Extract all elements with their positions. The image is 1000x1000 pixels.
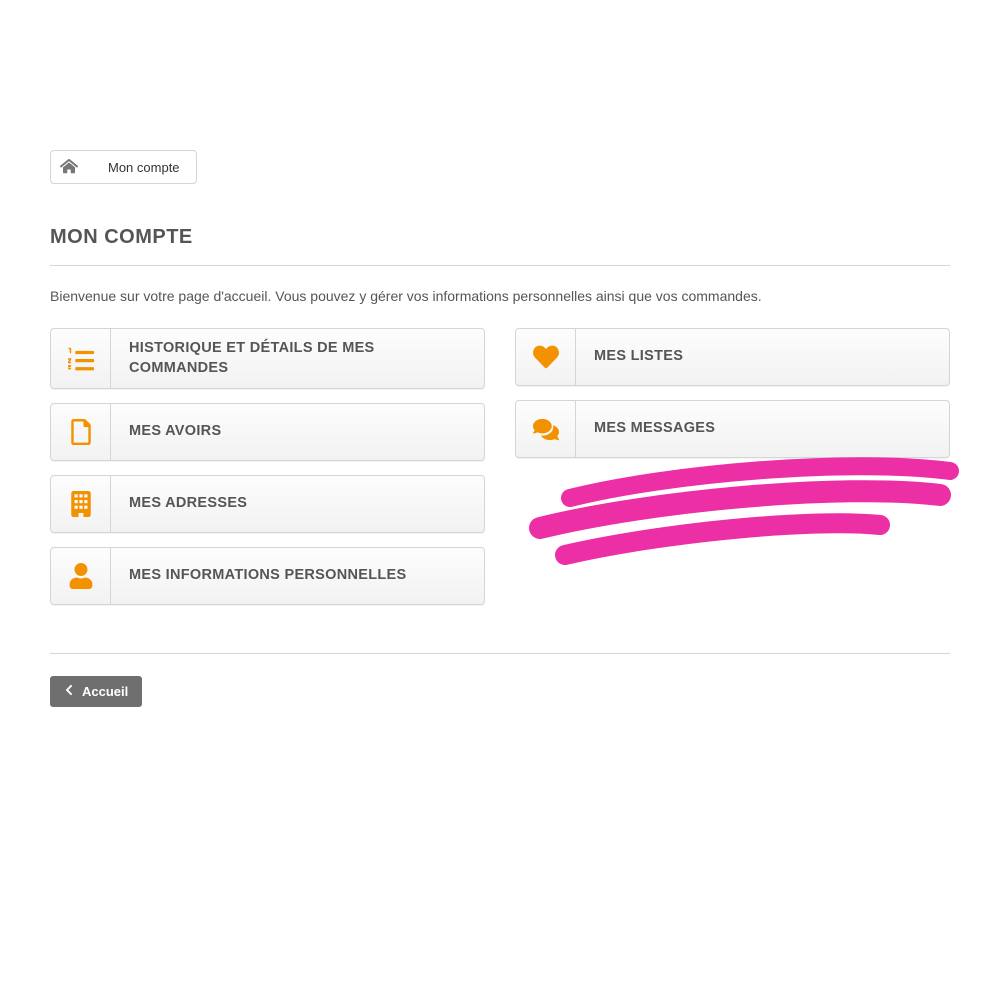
user-icon	[51, 548, 111, 604]
tiles-column-right: MES LISTES MES MESSAGES	[515, 328, 950, 605]
tiles-column-left: HISTORIQUE ET DÉTAILS DE MES COMMANDES M…	[50, 328, 485, 605]
tile-addresses[interactable]: MES ADRESSES	[50, 475, 485, 533]
tile-label: MES MESSAGES	[576, 401, 949, 457]
back-home-label: Accueil	[82, 684, 128, 699]
heart-icon	[516, 329, 576, 385]
building-icon	[51, 476, 111, 532]
page-title: MON COMPTE	[50, 226, 950, 266]
account-tiles: HISTORIQUE ET DÉTAILS DE MES COMMANDES M…	[50, 328, 950, 605]
highlight-annotation	[510, 453, 970, 573]
chevron-left-icon	[64, 684, 74, 699]
tile-personal-info[interactable]: MES INFORMATIONS PERSONNELLES	[50, 547, 485, 605]
tile-label: HISTORIQUE ET DÉTAILS DE MES COMMANDES	[111, 329, 484, 388]
breadcrumb: Mon compte	[50, 150, 197, 184]
comments-icon	[516, 401, 576, 457]
tile-order-history[interactable]: HISTORIQUE ET DÉTAILS DE MES COMMANDES	[50, 328, 485, 389]
intro-text: Bienvenue sur votre page d'accueil. Vous…	[50, 288, 950, 304]
tile-wishlists[interactable]: MES LISTES	[515, 328, 950, 386]
breadcrumb-current: Mon compte	[98, 160, 196, 175]
footer-separator	[50, 653, 950, 654]
file-icon	[51, 404, 111, 460]
list-ol-icon	[51, 329, 111, 388]
tile-label: MES INFORMATIONS PERSONNELLES	[111, 548, 484, 604]
breadcrumb-home[interactable]	[51, 151, 87, 183]
breadcrumb-separator	[86, 150, 98, 184]
tile-label: MES LISTES	[576, 329, 949, 385]
tile-label: MES AVOIRS	[111, 404, 484, 460]
back-home-button[interactable]: Accueil	[50, 676, 142, 707]
tile-label: MES ADRESSES	[111, 476, 484, 532]
home-icon	[60, 157, 78, 178]
tile-credit-slips[interactable]: MES AVOIRS	[50, 403, 485, 461]
tile-messages[interactable]: MES MESSAGES	[515, 400, 950, 458]
